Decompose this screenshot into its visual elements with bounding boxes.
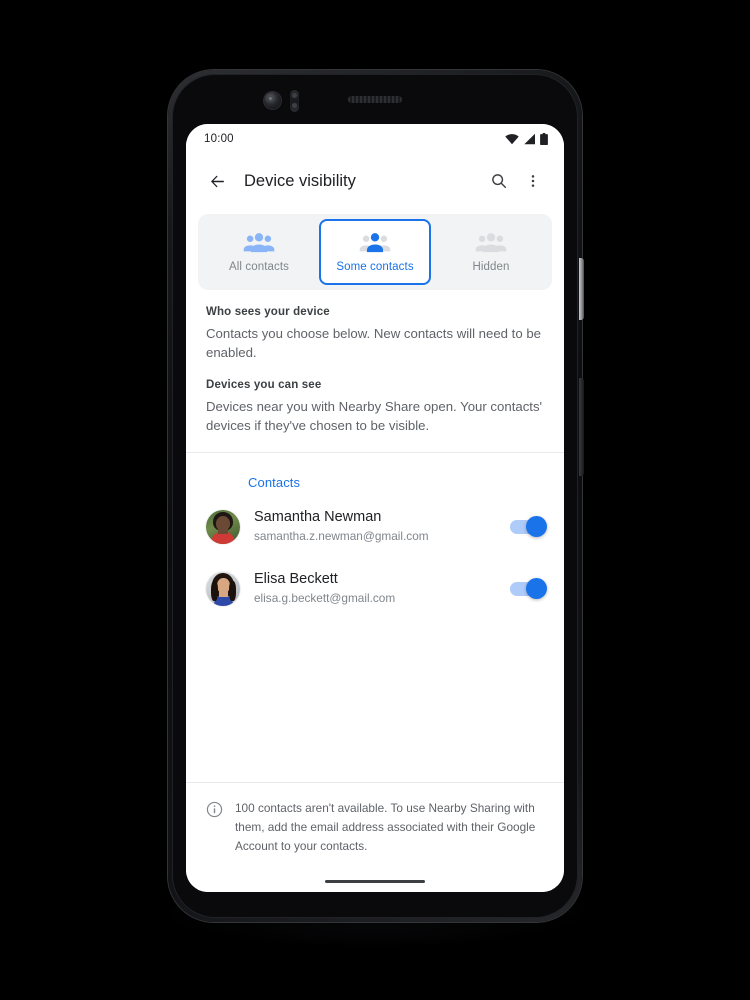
description-body-devices-you-see: Devices near you with Nearby Share open.… bbox=[206, 399, 543, 434]
tab-label-all-contacts: All contacts bbox=[228, 261, 289, 273]
screenshot-stage: 10:00 Device visibility All contacts Som… bbox=[0, 0, 750, 1000]
contact-name-samantha: Samantha Newman bbox=[254, 509, 382, 526]
phone-screen: 10:00 Device visibility All contacts Som… bbox=[186, 124, 564, 892]
contact-row-samantha[interactable]: Samantha Newman samantha.z.newman@gmail.… bbox=[186, 496, 564, 558]
description-title-who-sees: Who sees your device bbox=[206, 306, 330, 318]
footer-notice-text: 100 contacts aren't available. To use Ne… bbox=[235, 800, 536, 853]
back-arrow-icon bbox=[210, 175, 224, 187]
tab-label-hidden: Hidden bbox=[472, 261, 510, 273]
visibility-tabs-container: All contacts Some contacts Hidden bbox=[186, 208, 564, 300]
tab-some-contacts[interactable]: Some contacts bbox=[319, 219, 431, 285]
home-indicator-pill[interactable] bbox=[325, 879, 425, 883]
earpiece-speaker bbox=[348, 96, 402, 103]
contact-toggle-elisa[interactable] bbox=[510, 577, 547, 599]
search-icon bbox=[492, 174, 507, 189]
page-title: Device visibility bbox=[244, 171, 356, 190]
contact-avatar-elisa bbox=[206, 571, 240, 606]
gesture-navigation-bar[interactable] bbox=[186, 870, 564, 892]
more-vert-icon bbox=[531, 175, 535, 187]
contact-email-elisa: elisa.g.beckett@gmail.com bbox=[254, 590, 396, 605]
back-button[interactable] bbox=[200, 164, 234, 198]
tab-hidden[interactable]: Hidden bbox=[435, 219, 547, 285]
status-bar-clock: 10:00 bbox=[204, 133, 234, 145]
visibility-description: Who sees your device Contacts you choose… bbox=[186, 300, 564, 452]
search-button[interactable] bbox=[482, 164, 516, 198]
contact-name-elisa: Elisa Beckett bbox=[254, 571, 338, 588]
tab-label-some-contacts: Some contacts bbox=[336, 261, 414, 273]
status-bar: 10:00 bbox=[186, 124, 564, 154]
front-camera-icon bbox=[264, 92, 281, 109]
battery-icon bbox=[540, 132, 548, 145]
description-group-who-sees: Who sees your device Contacts you choose… bbox=[206, 306, 544, 362]
proximity-sensor-icon bbox=[290, 90, 299, 112]
cellular-signal-icon bbox=[524, 133, 535, 145]
description-body-who-sees: Contacts you choose below. New contacts … bbox=[206, 326, 542, 361]
contact-toggle-samantha[interactable] bbox=[510, 515, 547, 537]
contact-text-elisa: Elisa Beckett elisa.g.beckett@gmail.com bbox=[254, 570, 510, 607]
visibility-tabs: All contacts Some contacts Hidden bbox=[198, 214, 552, 290]
people-group-icon bbox=[243, 233, 275, 253]
app-bar: Device visibility bbox=[186, 154, 564, 208]
contacts-section-header: Contacts bbox=[248, 474, 301, 490]
footer-notice: 100 contacts aren't available. To use Ne… bbox=[186, 782, 564, 870]
contact-text-samantha: Samantha Newman samantha.z.newman@gmail.… bbox=[254, 508, 510, 545]
status-bar-icons bbox=[505, 132, 548, 146]
info-circle-icon bbox=[206, 801, 223, 817]
person-highlighted-group-icon bbox=[359, 233, 391, 253]
description-title-devices-you-see: Devices you can see bbox=[206, 379, 322, 392]
contact-avatar-samantha bbox=[206, 509, 240, 544]
contact-row-elisa[interactable]: Elisa Beckett elisa.g.beckett@gmail.com bbox=[186, 558, 564, 620]
toggle-knob bbox=[526, 515, 547, 537]
contact-email-samantha: samantha.z.newman@gmail.com bbox=[254, 528, 429, 543]
power-button[interactable] bbox=[579, 258, 584, 320]
volume-rocker-button[interactable] bbox=[579, 378, 584, 476]
wifi-icon bbox=[505, 134, 519, 145]
overflow-menu-button[interactable] bbox=[516, 164, 550, 198]
tab-all-contacts[interactable]: All contacts bbox=[203, 219, 315, 285]
toggle-knob bbox=[526, 577, 547, 599]
description-group-devices-you-see: Devices you can see Devices near you wit… bbox=[206, 379, 544, 435]
people-group-muted-icon bbox=[475, 233, 507, 253]
contacts-list-container: Contacts Samantha Newman samantha.z.newm… bbox=[186, 452, 564, 782]
